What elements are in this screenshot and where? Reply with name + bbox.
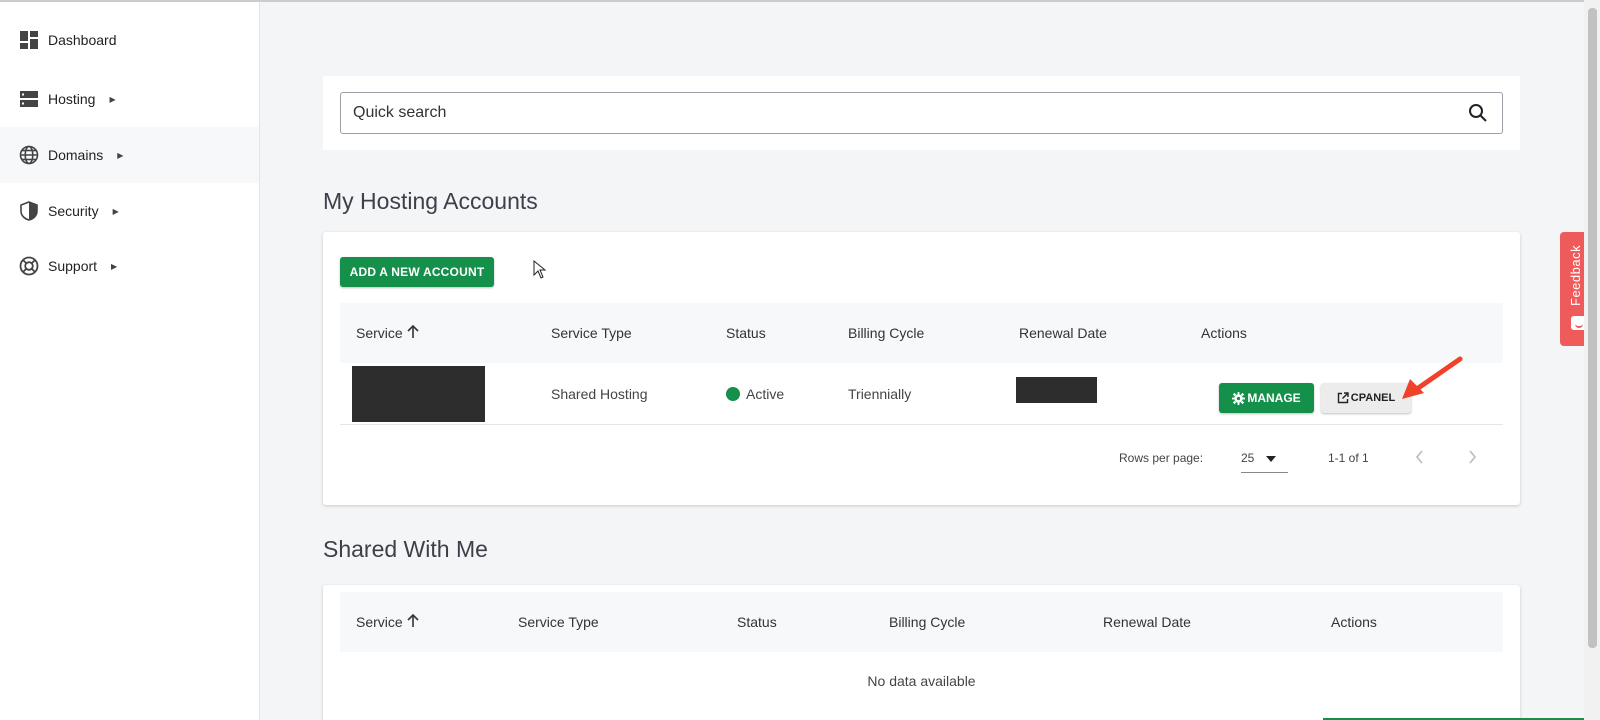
column-header-actions: Actions [1201,325,1247,341]
column-header-service-type: Service Type [551,325,632,341]
column-header-renewal-date: Renewal Date [1019,325,1107,341]
column-header-status: Status [737,614,777,630]
sidebar-item-security[interactable]: Security ▶ [0,183,259,239]
annotation-arrow [1400,355,1464,401]
scrollbar[interactable] [1584,0,1600,720]
status-text: Active [746,386,785,402]
sort-up-icon [407,324,419,341]
hosting-accounts-card: ADD A NEW ACCOUNT Service Service Type S… [323,232,1520,505]
globe-icon [18,144,40,166]
search-box [340,92,1503,134]
redacted-renewal-date [1016,377,1097,403]
column-header-status: Status [726,325,766,341]
column-header-actions: Actions [1331,614,1377,630]
next-page-button[interactable] [1467,443,1477,473]
section-title-shared: Shared With Me [323,536,488,562]
dashboard-icon [18,29,40,51]
prev-page-button[interactable] [1415,443,1425,473]
sidebar-item-label: Hosting [48,91,96,107]
manage-button-label: MANAGE [1247,391,1301,405]
rows-per-page-select[interactable]: 25 [1241,443,1288,473]
rows-per-page-label: Rows per page: [1119,451,1204,465]
sidebar-item-label: Domains [48,147,104,163]
cpanel-button[interactable]: CPANEL [1321,383,1411,413]
column-header-renewal-date: Renewal Date [1103,614,1191,630]
column-header-service[interactable]: Service [356,303,419,363]
column-header-billing-cycle: Billing Cycle [889,614,966,630]
page-title: My Hosting Accounts [323,188,538,214]
sidebar-item-support[interactable]: Support ▶ [0,238,259,294]
caret-right-icon: ▶ [109,94,116,104]
column-header-service-type: Service Type [518,614,599,630]
feedback-label: Feedback [1568,244,1583,306]
search-icon[interactable] [1468,103,1488,123]
sidebar-item-label: Security [48,203,99,219]
empty-state-text: No data available [867,673,976,689]
status-active-dot [726,387,740,401]
sidebar-item-label: Support [48,258,98,274]
sidebar-item-hosting[interactable]: Hosting ▶ [0,71,259,127]
add-account-button[interactable]: ADD A NEW ACCOUNT [340,257,494,287]
redacted-service-name [352,366,485,422]
chevron-right-icon [1467,449,1477,467]
billing-cycle-cell: Triennially [848,386,912,402]
caret-right-icon: ▶ [117,150,124,160]
sort-up-icon [407,613,419,630]
chevron-left-icon [1415,449,1425,467]
gear-icon [1232,391,1246,405]
search-input[interactable] [353,104,1433,122]
caret-right-icon: ▶ [112,206,119,216]
shared-accounts-card: Service Service Type Status Billing Cycl… [323,585,1520,720]
external-link-icon [1337,392,1349,404]
mouse-cursor [533,259,547,280]
status-cell: Active [726,386,784,402]
service-type-cell: Shared Hosting [551,386,648,402]
table-header: Service Service Type Status Billing Cycl… [340,303,1503,363]
scrollbar-thumb[interactable] [1588,8,1597,648]
sidebar: Dashboard Hosting ▶ Domains ▶ Security ▶… [0,2,260,720]
server-icon [18,88,40,110]
column-header-service[interactable]: Service [356,592,419,652]
column-header-billing-cycle: Billing Cycle [848,325,925,341]
sidebar-item-domains[interactable]: Domains ▶ [0,127,259,183]
cpanel-button-label: CPANEL [1350,392,1396,404]
dropdown-arrow-icon [1266,451,1277,465]
pagination-range: 1-1 of 1 [1328,451,1369,465]
manage-button[interactable]: MANAGE [1219,383,1314,413]
shield-icon [18,200,40,222]
sidebar-item-dashboard[interactable]: Dashboard [0,12,259,68]
caret-right-icon: ▶ [111,261,118,271]
sidebar-item-label: Dashboard [48,32,117,48]
lifebuoy-icon [18,255,40,277]
rows-per-page-value: 25 [1241,450,1255,465]
table-header: Service Service Type Status Billing Cycl… [340,592,1503,652]
search-card [323,76,1520,150]
